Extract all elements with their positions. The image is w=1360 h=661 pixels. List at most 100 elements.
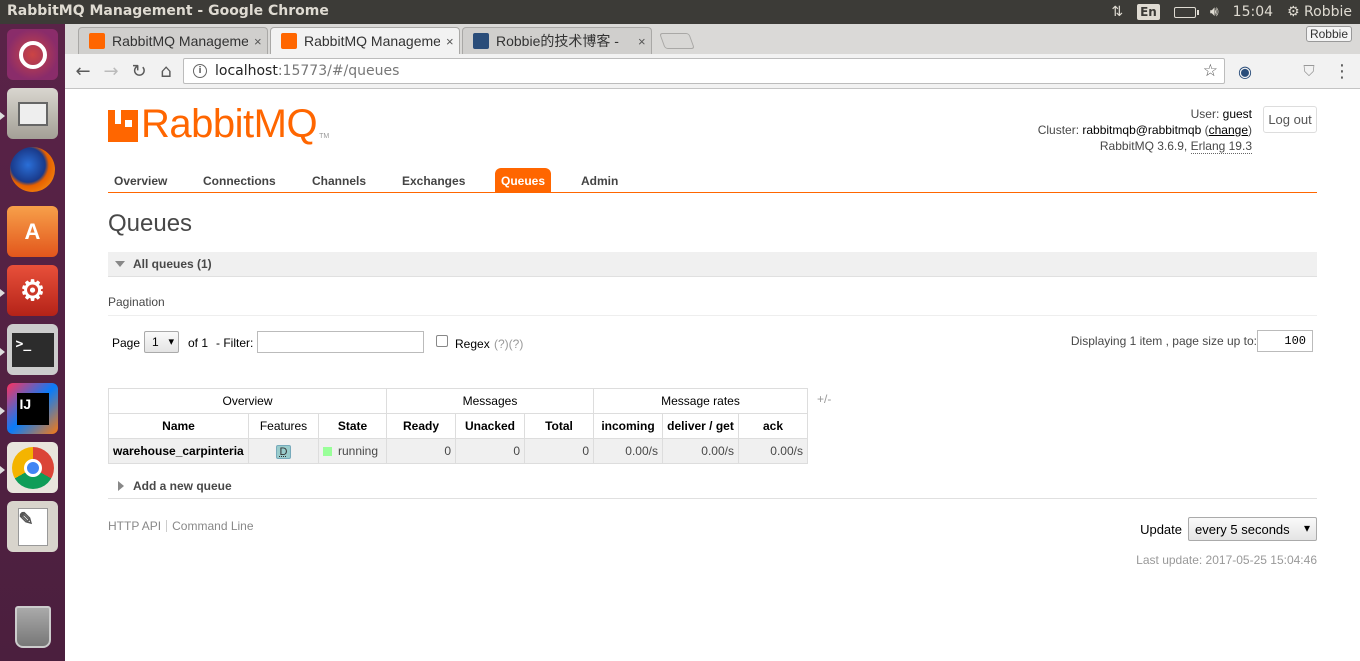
back-icon[interactable]: ← [72,60,94,82]
software-center-icon[interactable]: A [7,206,58,257]
rabbitmq-logo-icon [108,110,138,142]
bookmark-star-icon[interactable]: ☆ [1203,61,1218,81]
clock[interactable]: 15:04 [1233,4,1273,20]
queue-name-link[interactable]: warehouse_carpinteria [108,438,249,464]
erlang-version: Erlang 19.3 [1190,139,1252,154]
forward-icon[interactable]: → [100,60,122,82]
rabbitmq-logo[interactable]: RabbitMQ TM [108,104,330,144]
queues-table: Overview Messages Message rates Name Fea… [108,388,808,464]
browser-tab-active[interactable]: RabbitMQ Management × [270,27,460,54]
column-toggle-link[interactable]: +/- [817,392,831,406]
change-cluster-link[interactable]: change [1209,123,1248,137]
command-line-link[interactable]: Command Line [172,519,253,533]
chrome-running-indicator [0,466,5,474]
http-api-link[interactable]: HTTP API [108,519,161,533]
col-header-deliver-get[interactable]: deliver / get [662,413,739,439]
intellij-idea-icon[interactable]: IJ [7,383,58,434]
col-header-name[interactable]: Name [108,413,249,439]
col-header-incoming[interactable]: incoming [593,413,663,439]
profile-button[interactable]: Robbie [1305,26,1352,42]
expand-icon [118,481,124,491]
incoming-rate-cell: 0.00/s [593,438,663,464]
terminal-running-indicator [0,348,5,356]
logo-trademark: TM [319,133,330,140]
tab-connections[interactable]: Connections [197,168,282,193]
col-header-total[interactable]: Total [524,413,594,439]
browser-tab[interactable]: RabbitMQ Management × [78,27,268,54]
state-cell: running [318,438,387,464]
site-info-icon[interactable]: i [193,64,207,78]
firefox-icon[interactable] [10,147,55,192]
regex-help-link[interactable]: (?)(?) [494,337,523,351]
files-icon[interactable] [7,88,58,139]
pagination-heading: Pagination [108,295,1317,316]
session-user: Robbie [1304,4,1352,20]
page-size-input[interactable]: 100 [1257,330,1313,352]
close-tab-icon[interactable]: × [638,34,646,49]
home-icon[interactable]: ⌂ [155,60,177,82]
page-select[interactable]: 1 [144,331,179,353]
update-label: Update [1140,521,1182,537]
filter-row: Page 1 of 1 - Filter: Regex (?)(?) Displ… [108,330,1317,355]
browser-toolbar: ← → ↻ ⌂ i localhost:15773/#/queues ☆ ◉ ⛉… [65,54,1360,89]
shield-extension-icon[interactable]: ⛉ [1298,60,1320,82]
col-header-state[interactable]: State [318,413,387,439]
tab-title: RabbitMQ Management [112,33,248,49]
text-editor-icon[interactable]: ✎ [7,501,58,552]
table-row[interactable]: warehouse_carpinteria D running 0 0 0 0.… [108,438,808,464]
top-panel: RabbitMQ Management - Google Chrome ⇅ En… [0,0,1360,24]
close-tab-icon[interactable]: × [254,34,262,49]
page-count: of 1 [188,336,209,350]
window-title: RabbitMQ Management - Google Chrome [7,3,329,19]
displaying-label: Displaying 1 item , page size up to: [1070,334,1257,348]
col-header-ack[interactable]: ack [738,413,808,439]
new-tab-button[interactable] [659,33,695,49]
session-menu[interactable]: ⚙ Robbie [1287,4,1352,20]
network-icon[interactable]: ⇅ [1111,4,1123,20]
col-header-ready[interactable]: Ready [386,413,456,439]
footer-divider [166,520,168,532]
state-running-indicator [323,447,332,456]
rabbitmq-favicon-icon [89,33,105,49]
url-path: :15773/#/queues [277,63,400,79]
terminal-icon[interactable]: >_ [7,324,58,375]
tab-overview[interactable]: Overview [108,168,173,193]
user-label: User: [1190,107,1220,121]
system-settings-icon[interactable]: ⚙ [7,265,58,316]
battery-icon[interactable] [1173,6,1199,18]
ready-cell: 0 [386,438,456,464]
all-queues-section-toggle[interactable]: All queues (1) [108,252,1317,277]
files-running-indicator [0,112,5,120]
cluster-label: Cluster: [1037,123,1080,137]
ack-rate-cell: 0.00/s [738,438,808,464]
trash-icon[interactable] [7,601,58,652]
system-tray: ⇅ En 🔊︎ 15:04 ⚙ Robbie [1111,2,1352,22]
tab-channels[interactable]: Channels [306,168,372,193]
regex-checkbox[interactable] [436,335,448,347]
filter-input[interactable] [257,331,424,353]
tab-admin[interactable]: Admin [575,168,624,193]
extension-icon[interactable]: ◉ [1234,60,1256,82]
address-bar[interactable]: i localhost:15773/#/queues ☆ [183,58,1225,84]
volume-icon[interactable]: 🔊︎ [1210,4,1219,20]
keyboard-layout-indicator[interactable]: En [1137,4,1160,20]
state-text: running [338,444,379,458]
chrome-icon[interactable] [7,442,58,493]
section-title: All queues (1) [133,257,212,271]
add-queue-section-toggle[interactable]: Add a new queue [108,474,1317,499]
tab-title: RabbitMQ Management [304,33,440,49]
tab-queues[interactable]: Queues [495,168,552,193]
section-title: Add a new queue [133,479,232,493]
page-title: Queues [108,210,193,237]
logout-button[interactable]: Log out [1263,106,1317,133]
col-header-unacked[interactable]: Unacked [455,413,525,439]
filter-label: - Filter: [216,336,254,350]
close-tab-icon[interactable]: × [446,34,454,49]
ubuntu-dash-icon[interactable] [7,29,58,80]
update-interval-select[interactable]: every 5 seconds [1188,517,1317,541]
chrome-menu-icon[interactable]: ⋮ [1331,60,1353,82]
reload-icon[interactable]: ↻ [128,60,150,82]
tab-exchanges[interactable]: Exchanges [396,168,471,193]
durable-badge: D [275,444,292,459]
browser-tab[interactable]: Robbie的技术博客 - × [462,27,652,54]
